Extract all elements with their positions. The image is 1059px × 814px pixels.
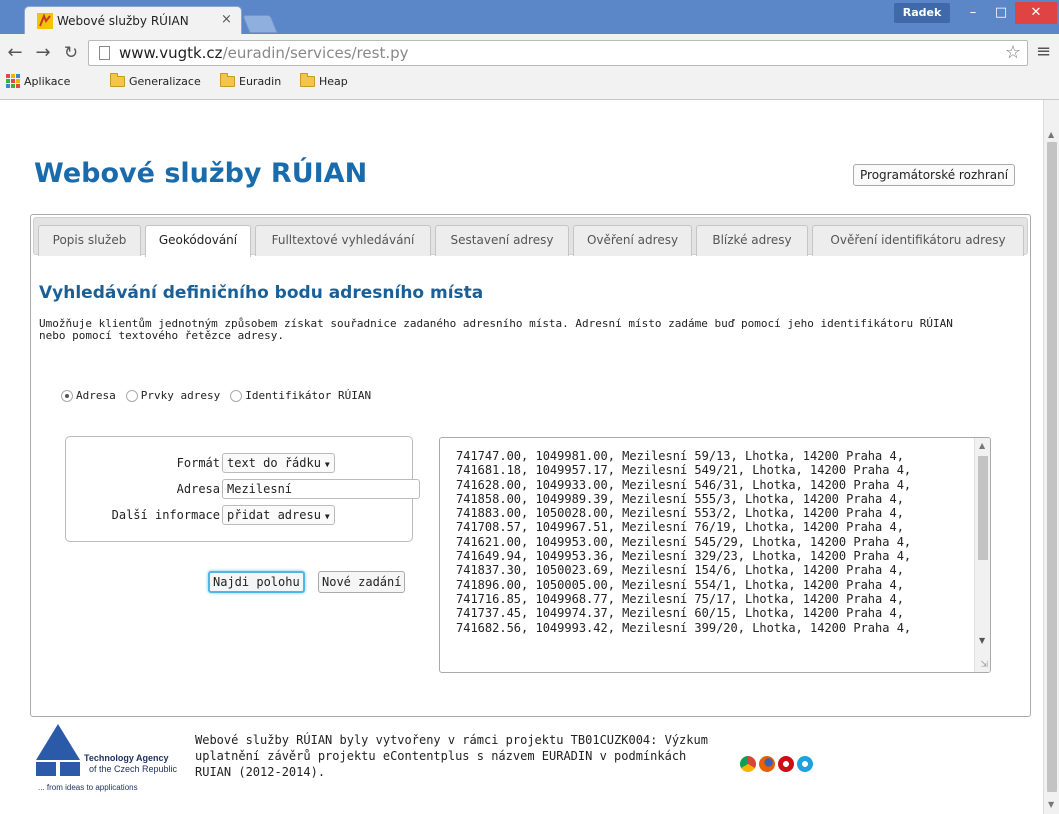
bookmark-apps[interactable]: Aplikace: [6, 71, 70, 91]
tab-sestaveni-adresy[interactable]: Sestavení adresy: [435, 225, 569, 256]
tacr-triangle-icon: [36, 724, 80, 776]
section-title: Vyhledávání definičního bodu adresního m…: [39, 283, 484, 303]
find-location-button[interactable]: Najdi polohu: [208, 571, 305, 593]
logo-tagline: ... from ideas to applications: [38, 783, 138, 792]
info-label: Další informace: [111, 508, 220, 522]
page-title: Webové služby RÚIAN: [34, 158, 368, 189]
radio-label: Adresa: [76, 389, 116, 402]
bookmark-heap[interactable]: Heap: [300, 71, 348, 91]
window-titlebar: Webové služby RÚIAN × Radek – □ ✕: [0, 0, 1059, 34]
tacr-logo: Technology Agency of the Czech Republic …: [34, 722, 184, 794]
results-textarea[interactable]: 741747.00, 1049981.00, Mezilesní 59/13, …: [439, 437, 991, 673]
browser-tab[interactable]: Webové služby RÚIAN ×: [24, 6, 242, 34]
url-text[interactable]: www.vugtk.cz/euradin/services/rest.py: [119, 44, 409, 62]
radio-adresa[interactable]: [61, 389, 73, 402]
profile-button[interactable]: Radek: [894, 3, 950, 23]
format-row: Formát text do řádku ▼: [66, 453, 414, 475]
scroll-thumb[interactable]: [978, 456, 988, 560]
scroll-down-icon[interactable]: ▼: [979, 636, 985, 645]
menu-icon[interactable]: ≡: [1036, 41, 1051, 62]
radio-label: Identifikátor RÚIAN: [245, 389, 372, 402]
tab-overeni-adresy[interactable]: Ověření adresy: [573, 225, 692, 256]
scroll-up-icon[interactable]: ▲: [979, 441, 985, 450]
address-input[interactable]: Mezilesní: [222, 479, 420, 499]
info-select[interactable]: přidat adresu ▼: [222, 505, 335, 525]
info-value: přidat adresu: [227, 508, 321, 522]
section-description: Umožňuje klientům jednotným způsobem zís…: [39, 318, 1024, 342]
bookmark-label: Heap: [319, 74, 348, 88]
tab-close-icon[interactable]: ×: [221, 12, 232, 27]
info-row: Další informace přidat adresu ▼: [66, 505, 414, 527]
bookmark-label: Generalizace: [129, 74, 201, 88]
firefox-icon: [759, 756, 775, 772]
page-scrollbar[interactable]: ▲ ▼: [1043, 100, 1059, 814]
tab-popis-sluzeb[interactable]: Popis služeb: [38, 225, 141, 256]
results-text: 741747.00, 1049981.00, Mezilesní 59/13, …: [456, 449, 912, 635]
url-host: www.vugtk.cz: [119, 44, 223, 62]
reload-icon[interactable]: ↻: [60, 42, 82, 64]
chevron-down-icon: ▼: [324, 460, 330, 469]
folder-icon: [110, 72, 125, 87]
format-label: Formát: [176, 456, 220, 470]
results-scrollbar[interactable]: ▲ ▼: [974, 438, 990, 672]
maximize-icon[interactable]: □: [988, 2, 1014, 24]
resize-grip-icon[interactable]: ⇲: [980, 660, 988, 670]
bookmark-euradin[interactable]: Euradin: [220, 71, 281, 91]
radio-identifikator[interactable]: [230, 389, 243, 402]
forward-icon[interactable]: →: [32, 42, 54, 64]
format-value: text do řádku: [227, 456, 321, 470]
radio-label: Prvky adresy: [140, 389, 221, 402]
close-icon[interactable]: ✕: [1015, 2, 1057, 24]
scroll-up-icon[interactable]: ▲: [1048, 130, 1054, 139]
tabs-bar: Popis služeb Geokódování Fulltextové vyh…: [33, 217, 1028, 257]
new-tab-button[interactable]: [242, 15, 278, 33]
page-viewport: Webové služby RÚIAN Programátorské rozhr…: [0, 100, 1059, 814]
logo-line: of the Czech Republic: [89, 764, 178, 774]
tab-blizke-adresy[interactable]: Blízké adresy: [696, 225, 808, 256]
bookmarks-bar: Aplikace Generalizace Euradin Heap: [0, 68, 1059, 94]
footer-text: Webové služby RÚIAN byly vytvořeny v rám…: [195, 733, 708, 779]
input-mode-radios: Adresa Prvky adresy Identifikátor RÚIAN: [55, 389, 375, 402]
opera-icon: [778, 756, 794, 772]
address-row: Adresa Mezilesní: [66, 479, 420, 501]
logo-line: Technology Agency: [84, 753, 169, 763]
back-icon[interactable]: ←: [4, 42, 26, 64]
new-query-button[interactable]: Nové zadání: [318, 571, 406, 593]
format-select[interactable]: text do řádku ▼: [222, 453, 335, 473]
browser-icons: [740, 756, 813, 772]
tab-overeni-identifikatoru[interactable]: Ověření identifikátoru adresy: [812, 225, 1024, 256]
tabs-panel: Popis služeb Geokódování Fulltextové vyh…: [30, 214, 1031, 717]
browser-toolbar: ← → ↻ www.vugtk.cz/euradin/services/rest…: [0, 34, 1059, 100]
chevron-down-icon: ▼: [324, 512, 330, 521]
tab-title: Webové služby RÚIAN: [57, 14, 189, 28]
tab-fulltext[interactable]: Fulltextové vyhledávání: [255, 225, 431, 256]
bookmark-label: Aplikace: [24, 74, 71, 88]
address-label: Adresa: [176, 482, 220, 496]
chrome-icon: [740, 756, 756, 772]
bookmark-star-icon[interactable]: ☆: [1005, 42, 1021, 63]
folder-icon: [300, 72, 315, 87]
bookmark-label: Euradin: [239, 74, 282, 88]
scroll-thumb[interactable]: [1047, 142, 1057, 792]
address-bar[interactable]: www.vugtk.cz/euradin/services/rest.py ☆: [88, 40, 1028, 66]
tab-geokodovani[interactable]: Geokódování: [145, 225, 251, 257]
scroll-down-icon[interactable]: ▼: [1048, 800, 1054, 809]
api-button[interactable]: Programátorské rozhraní: [853, 164, 1016, 186]
radio-prvky-adresy[interactable]: [125, 389, 138, 402]
description-line: nebo pomocí textového řetězce adresy.: [39, 329, 285, 342]
minimize-icon[interactable]: –: [960, 2, 986, 24]
folder-icon: [220, 72, 235, 87]
ie-icon: [797, 756, 813, 772]
site-favicon-icon: [37, 13, 53, 29]
url-path: /euradin/services/rest.py: [222, 44, 409, 62]
page-icon: [99, 46, 110, 60]
bookmark-generalizace[interactable]: Generalizace: [110, 71, 201, 91]
apps-icon: [6, 74, 20, 88]
query-form: Formát text do řádku ▼ Adresa Mezilesní D…: [65, 436, 420, 542]
